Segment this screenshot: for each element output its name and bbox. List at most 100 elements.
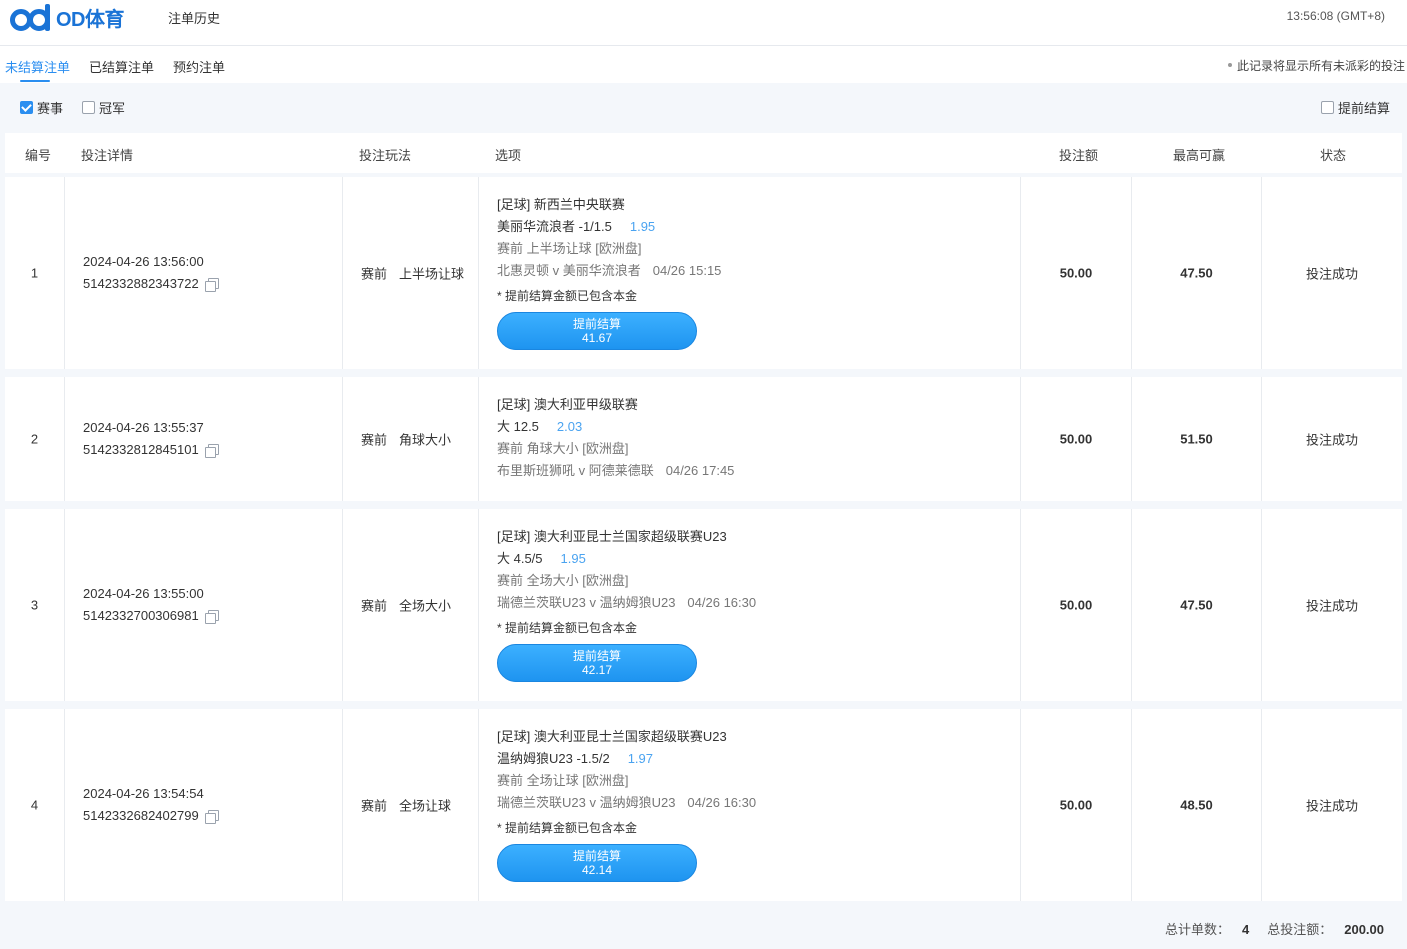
logo-mark-icon [10, 4, 54, 31]
table-row: 4 2024-04-26 13:54:54 5142332682402799 赛… [5, 709, 1402, 901]
play-type: 全场让球 [399, 798, 452, 814]
early-settle-label: 提前结算 [572, 849, 621, 863]
bets-table: 编号 投注详情 投注玩法 选项 投注额 最高可赢 状态 1 2024-04-26… [5, 133, 1402, 901]
logo-text: OD体育 [56, 8, 125, 31]
play-stage: 赛前 [361, 432, 388, 448]
teams-text: 瑞德兰茨联U23 v 温纳姆狼U23 [497, 795, 676, 810]
early-settle-value: 42.14 [581, 863, 613, 877]
header-stake: 投注额 [1059, 148, 1099, 163]
tab-reserved[interactable]: 预约注单 [173, 57, 225, 76]
total-count-label: 总计单数： [1164, 922, 1230, 937]
teams-text: 北惠灵顿 v 美丽华流浪者 [497, 263, 641, 278]
market-text: 赛前 上半场让球 [欧洲盘] [497, 241, 642, 256]
early-settle-button[interactable]: 提前结算 42.14 [497, 844, 697, 882]
early-settle-value: 41.67 [581, 331, 613, 345]
early-settle-button[interactable]: 提前结算 41.67 [497, 312, 697, 350]
row-number: 2 [30, 431, 39, 447]
filter-champion-label: 冠军 [99, 101, 126, 116]
teams-text: 瑞德兰茨联U23 v 温纳姆狼U23 [497, 595, 676, 610]
odds-value: 2.03 [556, 419, 583, 434]
tab-bar: 未结算注单 已结算注单 预约注单 此记录将显示所有未派彩的投注 [0, 46, 1407, 83]
unsettled-info-note: 此记录将显示所有未派彩的投注 [1227, 57, 1405, 74]
settle-note: * 提前结算金额已包含本金 [497, 821, 638, 835]
match-time: 04/26 16:30 [687, 595, 757, 610]
bet-status: 投注成功 [1305, 598, 1358, 614]
copy-icon[interactable] [204, 609, 219, 624]
order-id: 5142332882343722 [83, 276, 199, 291]
bet-status: 投注成功 [1305, 798, 1358, 814]
header-play: 投注玩法 [359, 148, 412, 163]
total-stake-value: 200.00 [1344, 922, 1384, 937]
stake-amount: 50.00 [1059, 597, 1093, 613]
odds-value: 1.97 [627, 751, 654, 766]
bet-time: 2024-04-26 13:54:54 [83, 786, 204, 801]
order-id: 5142332700306981 [83, 608, 199, 623]
filter-match-checkbox[interactable]: 赛事 [20, 98, 63, 117]
bet-time: 2024-04-26 13:55:37 [83, 420, 204, 435]
pick-text: 美丽华流浪者 -1/1.5 [497, 219, 612, 234]
header-status: 状态 [1320, 148, 1347, 163]
play-stage: 赛前 [361, 266, 388, 282]
copy-icon[interactable] [204, 443, 219, 458]
filter-champion-checkbox[interactable]: 冠军 [82, 98, 125, 117]
play-type: 全场大小 [399, 598, 452, 614]
settle-note: * 提前结算金额已包含本金 [497, 621, 638, 635]
play-stage: 赛前 [361, 598, 388, 614]
checkbox-checked-icon[interactable] [20, 101, 33, 114]
match-time: 04/26 15:15 [652, 263, 722, 278]
od-logo[interactable]: OD体育 [10, 3, 125, 31]
play-stage: 赛前 [361, 798, 388, 814]
filter-bar: 赛事 冠军 提前结算 [0, 84, 1407, 128]
stake-amount: 50.00 [1059, 797, 1093, 813]
tab-settled[interactable]: 已结算注单 [89, 57, 154, 76]
bet-status: 投注成功 [1305, 266, 1358, 282]
table-header: 编号 投注详情 投注玩法 选项 投注额 最高可赢 状态 [5, 133, 1402, 173]
bet-status: 投注成功 [1305, 432, 1358, 448]
max-win-amount: 47.50 [1180, 597, 1213, 613]
pick-text: 温纳姆狼U23 -1.5/2 [497, 751, 610, 766]
header-num: 编号 [25, 148, 52, 163]
league-name: [足球] 澳大利亚昆士兰国家超级联赛U23 [497, 729, 727, 744]
tab-unsettled[interactable]: 未结算注单 [5, 57, 70, 76]
table-row: 2 2024-04-26 13:55:37 5142332812845101 赛… [5, 377, 1402, 501]
match-time: 04/26 16:30 [687, 795, 757, 810]
league-name: [足球] 澳大利亚甲级联赛 [497, 397, 638, 412]
order-id: 5142332812845101 [83, 442, 199, 457]
early-settle-label: 提前结算 [572, 317, 621, 331]
table-row: 3 2024-04-26 13:55:00 5142332700306981 赛… [5, 509, 1402, 701]
market-text: 赛前 全场让球 [欧洲盘] [497, 773, 629, 788]
early-settle-button[interactable]: 提前结算 42.17 [497, 644, 697, 682]
header-max-win: 最高可赢 [1173, 148, 1226, 163]
early-settle-label: 提前结算 [572, 649, 621, 663]
filter-match-label: 赛事 [37, 101, 64, 116]
bet-time: 2024-04-26 13:55:00 [83, 586, 204, 601]
max-win-amount: 47.50 [1180, 265, 1213, 281]
match-time: 04/26 17:45 [665, 463, 735, 478]
stake-amount: 50.00 [1059, 265, 1093, 281]
pick-text: 大 4.5/5 [497, 551, 543, 566]
league-name: [足球] 澳大利亚昆士兰国家超级联赛U23 [497, 529, 727, 544]
play-type: 上半场让球 [399, 266, 465, 282]
filter-early-settle-checkbox[interactable]: 提前结算 [1320, 98, 1390, 117]
copy-icon[interactable] [204, 277, 219, 292]
odds-value: 1.95 [629, 219, 656, 234]
stake-amount: 50.00 [1059, 431, 1093, 447]
odds-value: 1.95 [560, 551, 586, 566]
row-number: 1 [30, 265, 39, 281]
header-detail: 投注详情 [81, 148, 134, 163]
max-win-amount: 48.50 [1180, 797, 1213, 813]
checkbox-icon[interactable] [1320, 101, 1334, 114]
row-number: 3 [30, 597, 39, 613]
page-title: 注单历史 [168, 11, 221, 26]
total-stake-label: 总投注额： [1267, 922, 1333, 937]
active-tab-indicator [20, 80, 50, 82]
info-note-text: 此记录将显示所有未派彩的投注 [1236, 59, 1405, 73]
settle-note: * 提前结算金额已包含本金 [497, 289, 638, 303]
checkbox-icon[interactable] [82, 101, 95, 114]
play-type: 角球大小 [399, 432, 452, 448]
max-win-amount: 51.50 [1180, 431, 1213, 447]
teams-text: 布里斯班狮吼 v 阿德莱德联 [497, 463, 654, 478]
league-name: [足球] 新西兰中央联赛 [497, 197, 625, 212]
order-id: 5142332682402799 [83, 808, 199, 823]
copy-icon[interactable] [204, 809, 219, 824]
